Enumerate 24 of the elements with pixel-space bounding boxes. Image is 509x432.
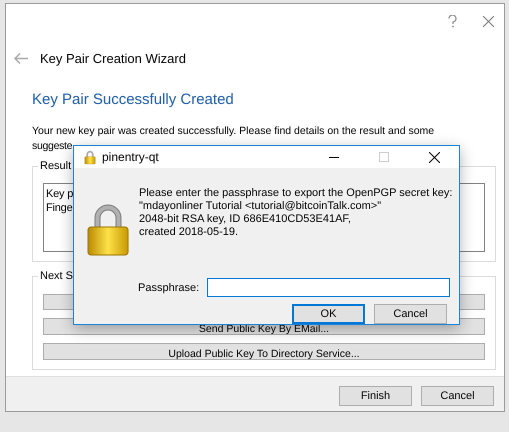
minimize-icon[interactable] bbox=[329, 156, 339, 158]
dialog-message: created 2018-05-19. bbox=[139, 226, 240, 239]
result-text: Finge bbox=[46, 201, 73, 215]
footer-button[interactable]: Finish bbox=[339, 386, 412, 406]
action-button[interactable]: Upload Public Key To Directory Service... bbox=[43, 343, 485, 360]
dialog-message: Please enter the passphrase to export the OpenPGP secret key: bbox=[139, 187, 452, 200]
dialog-message: 2048-bit RSA key, ID 686E410CD53E41AF, bbox=[139, 213, 352, 226]
dialog-message: "mdayonliner Tutorial <tutorial@bitcoinTalk.com>" bbox=[139, 200, 382, 213]
dialog-title: pinentry-qt bbox=[102, 150, 160, 164]
page-heading: Key Pair Successfully Created bbox=[32, 91, 235, 109]
intro-text: Your new key pair was created successfully. Please find details on the result and some bbox=[32, 124, 434, 139]
dialog-button[interactable]: Cancel bbox=[374, 304, 447, 324]
wizard-title: Key Pair Creation Wizard bbox=[40, 50, 186, 66]
passphrase-field[interactable] bbox=[207, 278, 450, 297]
dialog-button[interactable]: OK bbox=[292, 304, 365, 324]
result-text: Key p bbox=[46, 187, 74, 201]
field-label: Passphrase: bbox=[138, 282, 200, 294]
padlock-icon bbox=[85, 203, 131, 257]
intro-text: suggeste bbox=[32, 139, 72, 154]
back-arrow-icon[interactable] bbox=[14, 52, 28, 64]
close-icon[interactable] bbox=[429, 152, 440, 162]
footer-button[interactable]: Cancel bbox=[421, 386, 494, 406]
help-icon[interactable] bbox=[448, 14, 457, 28]
padlock-icon bbox=[84, 150, 96, 164]
